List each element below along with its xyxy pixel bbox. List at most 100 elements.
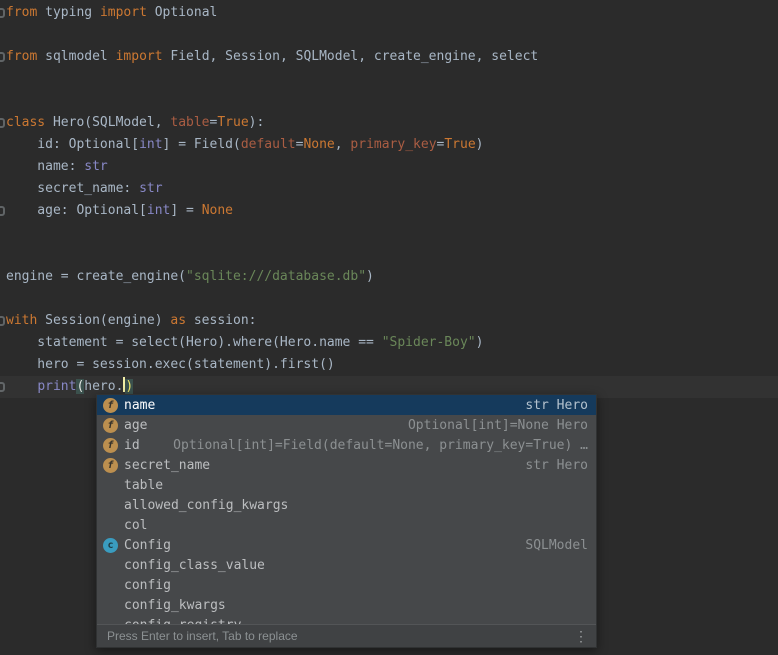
class-icon: c [103,538,118,553]
code-token: , [335,137,351,152]
completion-item-label: age [124,418,147,433]
completion-item-label: config_class_value [124,558,265,573]
code-line[interactable]: statement = select(Hero).where(Hero.name… [0,332,778,354]
completion-item-label: name [124,398,155,413]
gutter-icon-fragment [0,382,5,392]
code-line[interactable] [0,222,778,244]
completion-item-name[interactable]: fnamestr Hero [97,395,596,415]
code-token: hero. [84,379,123,394]
blank-icon [103,518,118,533]
completion-popup: fnamestr HerofageOptional[int]=None Hero… [96,394,597,648]
completion-item-config_registry[interactable]: config_registry [97,615,596,624]
completion-item-label: id [124,438,140,453]
completion-item-type-hint: Optional[int]=None Hero [396,418,588,433]
code-token: class [6,115,45,130]
field-icon: f [103,458,118,473]
code-token: None [303,137,334,152]
code-token: int [147,203,170,218]
code-line[interactable]: class Hero(SQLModel, table=True): [0,112,778,134]
code-token: session: [186,313,256,328]
code-token: ) [125,379,133,394]
code-line[interactable]: with Session(engine) as session: [0,310,778,332]
code-token: ) [366,269,374,284]
code-token: print [37,379,76,394]
code-token: engine = create_engine( [6,269,186,284]
code-line[interactable]: secret_name: str [0,178,778,200]
code-token: Session(engine) [37,313,170,328]
completion-item-label: secret_name [124,458,210,473]
blank-icon [103,578,118,593]
completion-item-allowed_config_kwargs[interactable]: allowed_config_kwargs [97,495,596,515]
code-token: default [241,137,296,152]
code-token: age: Optional[ [6,203,147,218]
code-line[interactable] [0,68,778,90]
completion-hint-text: Press Enter to insert, Tab to replace [107,629,298,643]
blank-icon [103,498,118,513]
code-line[interactable]: name: str [0,156,778,178]
more-options-icon[interactable]: ⋮ [574,629,588,643]
code-token: str [139,181,162,196]
code-token [6,379,37,394]
code-line[interactable] [0,90,778,112]
code-token: "sqlite:///database.db" [186,269,366,284]
completion-item-type-hint: str Hero [513,458,588,473]
code-token: True [217,115,248,130]
code-line[interactable]: age: Optional[int] = None [0,200,778,222]
completion-item-col[interactable]: col [97,515,596,535]
code-token: id: Optional[ [6,137,139,152]
code-token: ) [476,137,484,152]
code-line[interactable]: id: Optional[int] = Field(default=None, … [0,134,778,156]
code-token: secret_name: [6,181,139,196]
code-line[interactable] [0,244,778,266]
completion-item-config_class_value[interactable]: config_class_value [97,555,596,575]
completion-item-age[interactable]: fage Optional[int]=None Hero [97,415,596,435]
code-token: table [170,115,209,130]
code-token: ): [249,115,265,130]
code-token: statement = select(Hero).where(Hero.name… [6,335,382,350]
code-token: ] = Field( [163,137,241,152]
completion-item-config_kwargs[interactable]: config_kwargs [97,595,596,615]
completion-item-config[interactable]: config [97,575,596,595]
code-line[interactable] [0,24,778,46]
completion-footer: Press Enter to insert, Tab to replace ⋮ [97,624,596,647]
code-token: ] = [170,203,201,218]
completion-item-label: config [124,578,171,593]
field-icon: f [103,418,118,433]
code-line[interactable]: from sqlmodel import Field, Session, SQL… [0,46,778,68]
code-line[interactable]: from typing import Optional [0,2,778,24]
completion-item-label: table [124,478,163,493]
code-token: from [6,49,37,64]
blank-icon [103,598,118,613]
completion-item-type-hint: SQLModel [513,538,588,553]
completion-item-id[interactable]: fid Optional[int]=Field(default=None, pri… [97,435,596,455]
completion-item-secret_name[interactable]: f secret_name str Hero [97,455,596,475]
completion-list: fnamestr HerofageOptional[int]=None Hero… [97,395,596,624]
field-icon: f [103,398,118,413]
code-token: import [100,5,147,20]
code-token: typing [37,5,100,20]
completion-item-label: allowed_config_kwargs [124,498,288,513]
code-token: None [202,203,233,218]
completion-item-type-hint: Optional[int]=Field(default=None, primar… [161,438,588,453]
code-token: name: [6,159,84,174]
completion-item-table[interactable]: table [97,475,596,495]
gutter-icon-fragment [0,316,5,326]
code-line[interactable] [0,288,778,310]
gutter-icon-fragment [0,206,5,216]
gutter-icon-fragment [0,8,5,18]
code-token: sqlmodel [37,49,115,64]
code-lines: from typing import Optional from sqlmodel… [0,2,778,398]
code-line[interactable]: engine = create_engine("sqlite:///databa… [0,266,778,288]
gutter-icon-fragment [0,118,5,128]
blank-icon [103,478,118,493]
completion-item-label: Config [124,538,171,553]
field-icon: f [103,438,118,453]
blank-icon [103,558,118,573]
code-token: import [116,49,163,64]
completion-item-Config[interactable]: c Config SQLModel [97,535,596,555]
completion-item-label: config_kwargs [124,598,226,613]
code-token: Optional [147,5,217,20]
completion-item-label: col [124,518,147,533]
code-line[interactable]: hero = session.exec(statement).first() [0,354,778,376]
code-token: primary_key [350,137,436,152]
